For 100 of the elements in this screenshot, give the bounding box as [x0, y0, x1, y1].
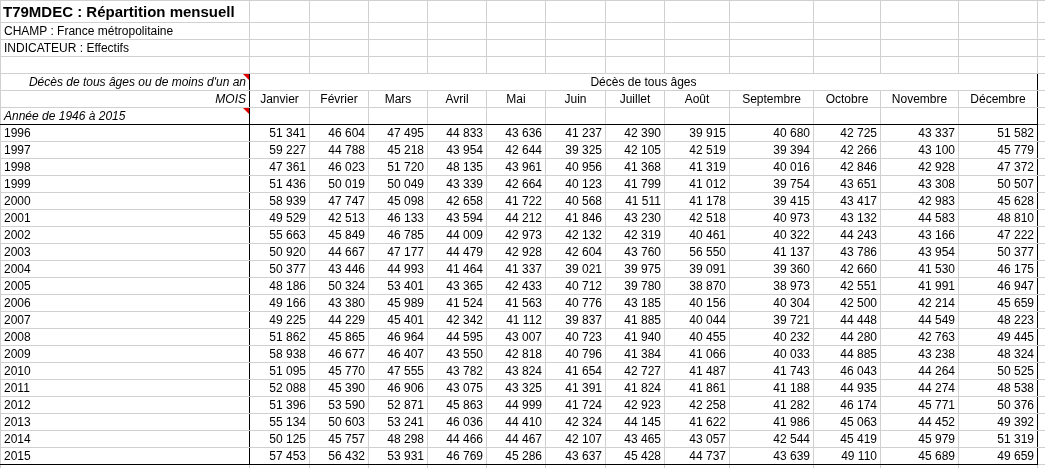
table-cell: 50 376 — [958, 396, 1038, 414]
column-group-header: Décès de tous âges — [249, 73, 1038, 91]
table-cell: 45 849 — [309, 226, 369, 244]
table-cell: 41 487 — [664, 362, 730, 380]
column-header: Avril — [427, 90, 487, 108]
table-cell: 48 223 — [958, 311, 1038, 329]
table-cell: 43 760 — [605, 243, 665, 261]
table-cell: 40 973 — [729, 209, 814, 227]
table-cell: 44 479 — [427, 243, 487, 261]
table-cell: 49 225 — [249, 311, 310, 329]
table-cell: 41 237 — [545, 124, 606, 142]
table-cell: 41 991 — [880, 277, 959, 295]
table-cell: 42 214 — [880, 294, 959, 312]
table-cell: 42 928 — [880, 158, 959, 176]
table-cell: 43 230 — [605, 209, 665, 227]
table-cell: 49 392 — [958, 413, 1038, 431]
table-cell: 43 550 — [427, 345, 487, 363]
table-cell: 44 999 — [486, 396, 546, 414]
table-cell: 45 390 — [309, 379, 369, 397]
table-cell: 57 453 — [249, 447, 310, 465]
table-cell: 39 780 — [605, 277, 665, 295]
table-cell: 51 582 — [958, 124, 1038, 142]
table-cell: 47 177 — [368, 243, 428, 261]
table-cell: 43 639 — [729, 447, 814, 465]
table-cell: 43 132 — [813, 209, 881, 227]
table-cell: 44 583 — [880, 209, 959, 227]
table-cell: 44 667 — [309, 243, 369, 261]
table-cell: 42 664 — [486, 175, 546, 193]
table-cell: 42 513 — [309, 209, 369, 227]
table-cell: 55 663 — [249, 226, 310, 244]
table-cell: 42 818 — [486, 345, 546, 363]
table-cell: 41 137 — [729, 243, 814, 261]
table-cell: 43 185 — [605, 294, 665, 312]
table-cell: 50 603 — [309, 413, 369, 431]
table-cell: 42 660 — [813, 260, 881, 278]
table-cell: 40 123 — [545, 175, 606, 193]
table-cell: 46 174 — [813, 396, 881, 414]
row-header: 2001 — [0, 209, 250, 227]
table-cell: 52 088 — [249, 379, 310, 397]
table-cell: 51 341 — [249, 124, 310, 142]
table-cell: 53 241 — [368, 413, 428, 431]
table-cell: 41 622 — [664, 413, 730, 431]
table-cell: 41 885 — [605, 311, 665, 329]
table-cell: 40 461 — [664, 226, 730, 244]
table-cell: 45 865 — [309, 328, 369, 346]
table-cell: 46 906 — [368, 379, 428, 397]
table-cell: 45 979 — [880, 430, 959, 448]
table-cell: 42 763 — [880, 328, 959, 346]
table-cell: 47 555 — [368, 362, 428, 380]
table-cell: 53 590 — [309, 396, 369, 414]
table-cell: 44 212 — [486, 209, 546, 227]
table-cell: 47 495 — [368, 124, 428, 142]
table-cell: 46 175 — [958, 260, 1038, 278]
table-cell: 46 769 — [427, 447, 487, 465]
table-cell: 45 419 — [813, 430, 881, 448]
table-cell: 45 401 — [368, 311, 428, 329]
table-cell: 42 658 — [427, 192, 487, 210]
table-cell: 41 368 — [605, 158, 665, 176]
table-cell: 50 377 — [958, 243, 1038, 261]
table-cell: 46 023 — [309, 158, 369, 176]
table-cell: 43 954 — [427, 141, 487, 159]
table-cell: 48 135 — [427, 158, 487, 176]
table-cell: 42 644 — [486, 141, 546, 159]
table-cell: 39 021 — [545, 260, 606, 278]
table-cell: 44 264 — [880, 362, 959, 380]
table-cell: 41 012 — [664, 175, 730, 193]
table-cell: 43 057 — [664, 430, 730, 448]
table-cell: 52 871 — [368, 396, 428, 414]
table-cell: 39 325 — [545, 141, 606, 159]
table-cell: 45 098 — [368, 192, 428, 210]
table-cell: 50 125 — [249, 430, 310, 448]
row-header: 2002 — [0, 226, 250, 244]
table-cell: 39 415 — [729, 192, 814, 210]
table-cell: 47 222 — [958, 226, 1038, 244]
row-header: MOIS — [0, 90, 250, 108]
row-header: 1996 — [0, 124, 250, 142]
table-cell: 43 782 — [427, 362, 487, 380]
table-cell: 41 722 — [486, 192, 546, 210]
table-cell: 45 989 — [368, 294, 428, 312]
table-cell: 51 436 — [249, 175, 310, 193]
table-cell: 50 019 — [309, 175, 369, 193]
table-cell: 39 915 — [664, 124, 730, 142]
table-cell: 38 973 — [729, 277, 814, 295]
table-cell: 41 986 — [729, 413, 814, 431]
table-cell: 40 956 — [545, 158, 606, 176]
table-cell: 43 100 — [880, 141, 959, 159]
table-cell: 43 337 — [880, 124, 959, 142]
table-cell: 41 384 — [605, 345, 665, 363]
table-cell: 45 286 — [486, 447, 546, 465]
table-cell: 41 799 — [605, 175, 665, 193]
table-cell: 49 529 — [249, 209, 310, 227]
table-cell: 46 036 — [427, 413, 487, 431]
table-cell: 46 407 — [368, 345, 428, 363]
row-header: 1997 — [0, 141, 250, 159]
table-cell: 45 863 — [427, 396, 487, 414]
table-cell: 39 091 — [664, 260, 730, 278]
table-cell: 43 824 — [486, 362, 546, 380]
table-cell: 49 445 — [958, 328, 1038, 346]
table-cell: 50 377 — [249, 260, 310, 278]
table-cell: 46 677 — [309, 345, 369, 363]
